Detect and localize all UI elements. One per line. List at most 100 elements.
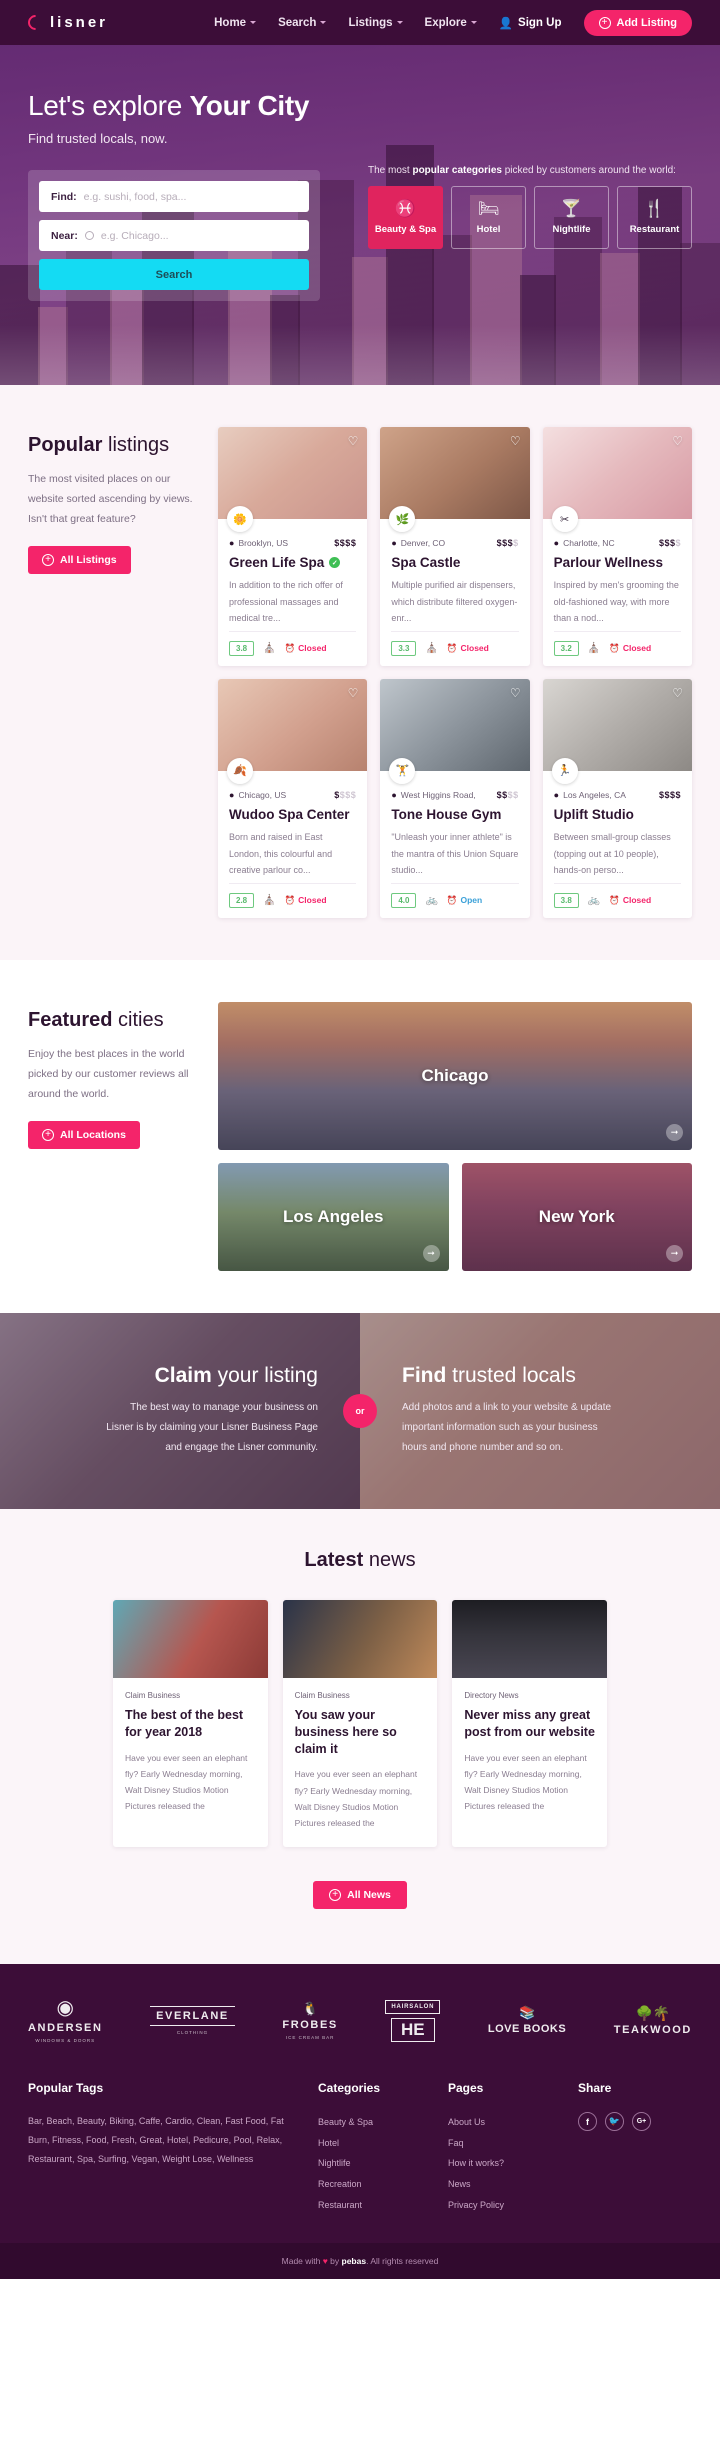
favorite-heart-icon[interactable]: ♡: [348, 687, 359, 699]
nav-item-home[interactable]: Home: [214, 17, 257, 29]
footer-link-recreation[interactable]: Recreation: [318, 2174, 434, 2195]
news-card[interactable]: Directory News Never miss any great post…: [452, 1599, 608, 1848]
category-hotel[interactable]: 🛏 Hotel: [451, 186, 526, 249]
news-card[interactable]: Claim Business The best of the best for …: [113, 1599, 268, 1848]
arrow-right-icon[interactable]: ➞: [422, 1244, 440, 1262]
all-locations-label: All Locations: [60, 1128, 126, 1141]
arrow-right-icon[interactable]: ➞: [666, 1244, 683, 1262]
restaurant-icon: 🍴: [643, 199, 666, 218]
find-input[interactable]: e.g. sushi, food, spa...: [84, 191, 187, 203]
city-tiles: Chicago ➞ Los Angeles ➞ New York ➞: [218, 1001, 692, 1271]
listing-card[interactable]: ♡ 🌿 ● Denver, CO $$$$ Spa Castle Multipl…: [380, 427, 530, 666]
cta-find-locals[interactable]: Find trusted locals Add photos and a lin…: [360, 1312, 720, 1509]
featured-heading-light: cities: [112, 1008, 164, 1031]
listing-status: ⏰ Closed: [285, 643, 327, 654]
footer-link-about-us[interactable]: About Us: [448, 2112, 564, 2133]
footer-link-how-it-works[interactable]: How it works?: [448, 2153, 564, 2174]
category-beauty-spa[interactable]: ♓ Beauty & Spa: [368, 186, 443, 249]
hero-bottom-fade: [0, 325, 720, 385]
categories-caption-bold: popular categories: [412, 165, 502, 176]
footer-link-faq[interactable]: Faq: [448, 2133, 564, 2154]
listing-cards-grid: ♡ 🌼 ● Brooklyn, US $$$$ Green Life Spa ✓…: [218, 427, 692, 918]
category-hotel-label: Hotel: [476, 224, 501, 235]
copyright-brand[interactable]: pebas: [342, 2256, 367, 2266]
twitter-icon[interactable]: 🐦: [605, 2112, 624, 2132]
partner-logo-andersen[interactable]: ◉ ANDERSEN WINDOWS & DOORS: [28, 1998, 103, 2043]
popular-heading-light: listings: [102, 434, 170, 456]
listing-status-label: Closed: [298, 895, 327, 906]
footer-link-beauty-spa[interactable]: Beauty & Spa: [318, 2112, 434, 2133]
category-nightlife[interactable]: 🍸 Nightlife: [534, 186, 609, 249]
clock-icon: ⏰: [446, 894, 458, 905]
landing-page: lisner Home Search Listings Explore 👤 Si…: [0, 0, 720, 2280]
find-field[interactable]: Find: e.g. sushi, food, spa...: [39, 181, 309, 213]
partner-logo-teakwood[interactable]: 🌳🌴 TEAKWOOD: [614, 2006, 692, 2036]
footer-link-privacy-policy[interactable]: Privacy Policy: [448, 2195, 564, 2216]
listing-card[interactable]: ♡ 🍂 ● Chicago, US $$$$ Wudoo Spa Center …: [218, 678, 368, 918]
cta-claim-listing[interactable]: Claim your listing The best way to manag…: [0, 1312, 360, 1509]
plus-circle-icon: +: [598, 16, 611, 29]
near-input[interactable]: e.g. Chicago...: [101, 230, 169, 242]
news-card[interactable]: Claim Business You saw your business her…: [282, 1599, 438, 1848]
news-heading: Latest news: [28, 1549, 692, 1572]
location-target-icon[interactable]: [84, 231, 94, 241]
facebook-icon[interactable]: f: [578, 2112, 597, 2132]
nav-item-listings[interactable]: Listings: [348, 17, 403, 29]
category-restaurant[interactable]: 🍴 Restaurant: [617, 186, 692, 249]
footer-link-hotel[interactable]: Hotel: [318, 2133, 434, 2154]
listing-card[interactable]: ♡ 🏃 ● Los Angeles, CA $$$$ Uplift Studio…: [542, 678, 692, 918]
listing-title: Green Life Spa: [229, 555, 325, 570]
listing-location: ● Charlotte, NC: [554, 538, 615, 548]
spa-icon: ♓: [394, 199, 417, 218]
favorite-heart-icon[interactable]: ♡: [672, 435, 683, 447]
favorite-heart-icon[interactable]: ♡: [510, 435, 521, 447]
favorite-heart-icon[interactable]: ♡: [348, 435, 359, 447]
brand-logo[interactable]: lisner: [24, 11, 108, 34]
arrow-right-icon[interactable]: ➞: [666, 1123, 683, 1141]
nav-item-explore[interactable]: Explore: [425, 17, 477, 29]
listing-card[interactable]: ♡ 🌼 ● Brooklyn, US $$$$ Green Life Spa ✓…: [218, 427, 368, 666]
footer-link-news[interactable]: News: [448, 2174, 564, 2195]
all-news-button[interactable]: + All News: [313, 1881, 407, 1910]
all-news-label: All News: [347, 1889, 391, 1902]
chevron-down-icon: [320, 21, 327, 24]
city-tile-chicago[interactable]: Chicago ➞: [218, 1001, 692, 1150]
partner-logo-frobes[interactable]: 🐧 FROBES ICE CREAM BAR: [282, 2002, 337, 2040]
footer-link-restaurant[interactable]: Restaurant: [318, 2195, 434, 2216]
partner-logo-hairsalon[interactable]: HAIRSALON HE: [385, 1999, 441, 2042]
city-tile-new-york[interactable]: New York ➞: [461, 1162, 692, 1271]
hotel-icon: 🛏: [477, 199, 500, 218]
footer-pages-heading: Pages: [448, 2081, 484, 2096]
chevron-down-icon: [396, 21, 403, 24]
verified-badge-icon: ✓: [329, 557, 341, 568]
partner-logo-love-books[interactable]: 📚 LOVE BOOKS: [488, 2006, 566, 2035]
listing-card[interactable]: ♡ ✂ ● Charlotte, NC $$$$ Parlour Wellnes…: [542, 427, 692, 666]
listing-title: Uplift Studio: [553, 806, 634, 822]
news-excerpt: Have you ever seen an elephant fly? Earl…: [125, 1752, 248, 1812]
google-plus-icon[interactable]: G+: [632, 2112, 651, 2132]
near-field[interactable]: Near: e.g. Chicago...: [39, 220, 309, 252]
favorite-heart-icon[interactable]: ♡: [510, 687, 521, 699]
city-tile-los-angeles[interactable]: Los Angeles ➞: [218, 1162, 449, 1271]
footer-tags-list[interactable]: Bar, Beach, Beauty, Biking, Caffe, Cardi…: [28, 2112, 304, 2169]
nav-item-search[interactable]: Search: [278, 17, 327, 29]
popular-heading: Popular listings: [28, 433, 198, 457]
listing-location-label: West Higgins Road,: [400, 789, 476, 800]
favorite-heart-icon[interactable]: ♡: [672, 687, 683, 699]
copyright-pre: Made with: [281, 2256, 323, 2267]
footer-link-nightlife[interactable]: Nightlife: [318, 2153, 434, 2174]
partner-logo-everlane[interactable]: EVERLANE CLOTHING: [150, 2006, 235, 2035]
partner-name: EVERLANE: [150, 2006, 235, 2027]
search-form: Find: e.g. sushi, food, spa... Near: e.g…: [28, 170, 320, 302]
search-button[interactable]: Search: [39, 259, 309, 291]
all-locations-button[interactable]: + All Locations: [28, 1120, 140, 1149]
listing-title: Parlour Wellness: [553, 555, 663, 570]
featured-intro: Featured cities Enjoy the best places in…: [28, 1002, 198, 1271]
cta-find-heading-bold: Find: [402, 1364, 447, 1388]
featured-cities-section: Featured cities Enjoy the best places in…: [0, 959, 720, 1313]
plus-circle-icon: +: [42, 553, 54, 566]
all-listings-button[interactable]: + All Listings: [28, 545, 131, 574]
sign-up-button[interactable]: 👤 Sign Up: [499, 16, 562, 30]
add-listing-button[interactable]: + Add Listing: [583, 9, 692, 36]
listing-card[interactable]: ♡ 🏋 ● West Higgins Road, $$$$ Tone House…: [380, 678, 530, 918]
